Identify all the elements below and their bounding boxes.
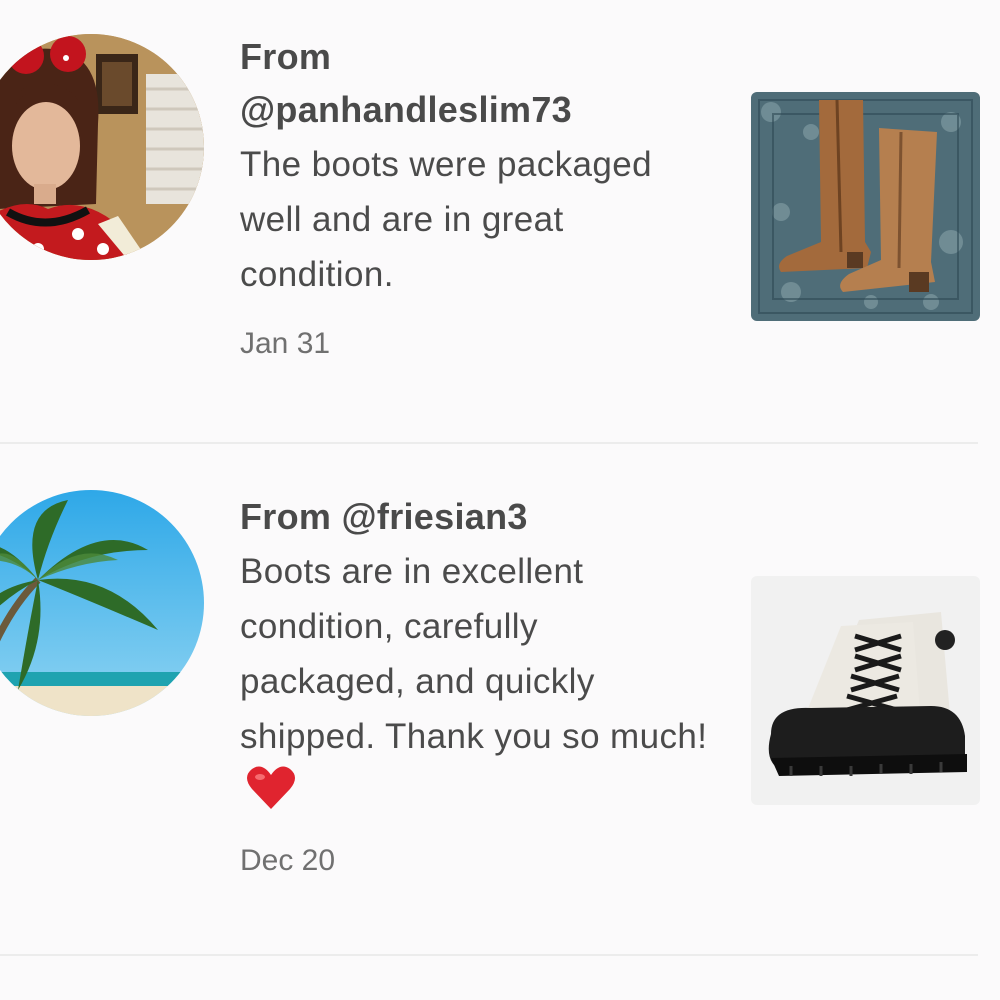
user-photo-avatar-icon	[0, 34, 204, 260]
review-content: From @panhandleslim73 The boots were pac…	[240, 30, 710, 364]
review-divider	[0, 954, 978, 956]
palm-tree-beach-avatar-icon	[0, 490, 204, 716]
review-comment: The boots were packaged well and are in …	[240, 145, 652, 294]
brown-leather-boots-photo-icon	[751, 92, 980, 321]
red-heart-icon	[247, 766, 295, 809]
black-white-duck-boots-photo-icon	[751, 576, 980, 805]
review-comment-text: Boots are in excellent condition, carefu…	[240, 552, 708, 756]
from-label: From	[240, 36, 332, 77]
reviewer-avatar[interactable]	[0, 34, 204, 260]
reviewer-from-line[interactable]: From @panhandleslim73	[240, 30, 710, 136]
product-thumbnail[interactable]	[751, 92, 980, 321]
review-date: Jan 31	[240, 327, 331, 360]
reviews-feed: From @panhandleslim73 The boots were pac…	[0, 0, 1000, 1000]
product-thumbnail[interactable]	[751, 576, 980, 805]
reviewer-avatar[interactable]	[0, 490, 204, 716]
review-comment: Boots are in excellent condition, carefu…	[240, 544, 710, 819]
reviewer-username[interactable]: @panhandleslim73	[240, 83, 710, 136]
review-item: From @panhandleslim73 The boots were pac…	[0, 0, 1000, 442]
review-date: Dec 20	[240, 844, 336, 877]
review-item: From @friesian3 Boots are in excellent c…	[0, 444, 1000, 954]
reviewer-from-line[interactable]: From @friesian3	[240, 490, 710, 543]
review-content: From @friesian3 Boots are in excellent c…	[240, 490, 710, 881]
